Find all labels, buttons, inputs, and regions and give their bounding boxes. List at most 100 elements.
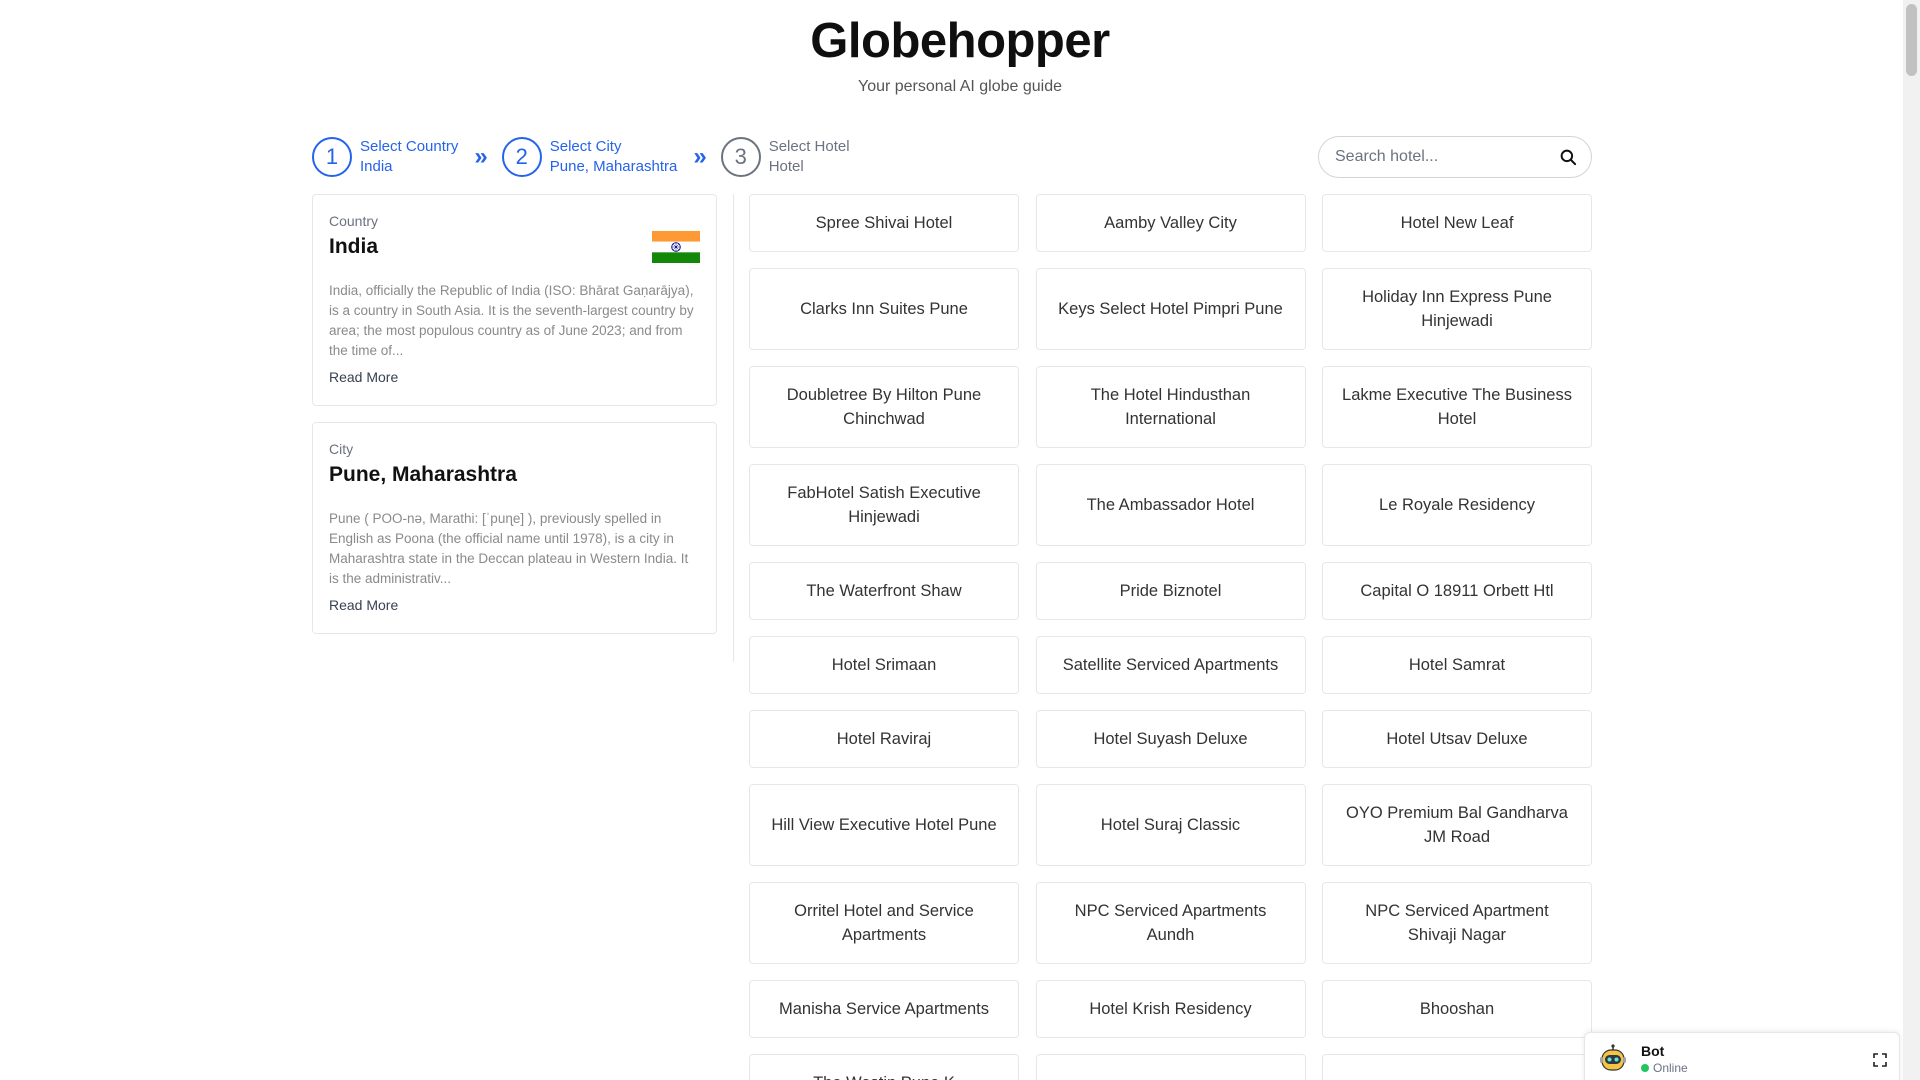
- scrollbar-thumb[interactable]: [1906, 4, 1917, 76]
- bot-avatar-icon: [1600, 1044, 1626, 1071]
- hotel-card[interactable]: Le Royale Residency: [1322, 464, 1592, 546]
- hotel-name: The Waterfront Shaw: [806, 582, 962, 600]
- hotel-card[interactable]: The Hotel Hindusthan International: [1035, 366, 1306, 448]
- hotel-search: [1318, 136, 1592, 178]
- hotel-name: NPC Serviced Apartment Shivaji Nagar: [1365, 902, 1549, 944]
- chevron-double-right-icon: »: [474, 143, 488, 170]
- online-status-dot: [1641, 1064, 1649, 1072]
- hotel-card[interactable]: Aamby Valley City: [1035, 194, 1306, 252]
- location-info: Country India India, officially the Repu…: [312, 194, 717, 634]
- step-value: Hotel: [768, 158, 804, 175]
- hotel-card[interactable]: Hotel Suraj Classic: [1035, 784, 1306, 866]
- hotel-card[interactable]: Hotel Raviraj: [749, 710, 1019, 768]
- hotel-name: Clarks Inn Suites Pune: [800, 300, 968, 318]
- expand-icon[interactable]: [1873, 1053, 1887, 1067]
- hotel-name: Aamby Valley City: [1104, 214, 1237, 232]
- hotel-card[interactable]: Lakme Executive The Business Hotel: [1322, 366, 1592, 448]
- hotel-card[interactable]: Hotel New Leaf: [1322, 194, 1592, 252]
- hotel-card[interactable]: The Waterfront Shaw: [749, 562, 1019, 620]
- city-read-more-link[interactable]: Read More: [329, 597, 700, 613]
- app-title: Globehopper: [810, 14, 1110, 68]
- city-label: City: [329, 441, 354, 457]
- hotel-name: The Hotel Hindusthan International: [1090, 386, 1251, 428]
- search-icon: [1560, 149, 1577, 166]
- country-description: India, officially the Republic of India …: [329, 283, 694, 358]
- city-card: City Pune, Maharashtra Pune ( POO-nə, Ma…: [312, 422, 717, 634]
- hotel-card[interactable]: Hotel Srimaan: [749, 636, 1019, 694]
- hotel-grid: Spree Shivai Hotel Aamby Valley City Hotel…: [749, 194, 1592, 1080]
- step-value: Pune, Maharashtra: [549, 158, 678, 175]
- hotel-card[interactable]: Hotel Suyash Deluxe: [1035, 710, 1306, 768]
- hotel-name: Pride Biznotel: [1119, 582, 1222, 600]
- country-label: Country: [329, 213, 379, 229]
- hotel-name: Holiday Inn Express Pune Hinjewadi: [1362, 288, 1552, 330]
- step-number: 3: [720, 137, 761, 177]
- step-title: Select Hotel: [768, 138, 850, 155]
- step-value: India: [360, 158, 393, 175]
- bot-status-text: Online: [1653, 1061, 1688, 1075]
- hotel-card[interactable]: Spree Shivai Hotel: [749, 194, 1019, 252]
- step-title: Select Country: [360, 138, 459, 155]
- hotel-name: Manisha Service Apartments: [778, 1000, 989, 1018]
- hotel-name: Lakme Executive The Business Hotel: [1342, 386, 1572, 428]
- hotel-name: Hill View Executive Hotel Pune: [771, 816, 997, 834]
- hotel-card[interactable]: Clarks Inn Suites Pune: [749, 268, 1019, 350]
- hotel-name: Bhooshan: [1419, 1000, 1495, 1018]
- hotel-name: The Westin Pune K: [813, 1071, 955, 1080]
- column-divider: [733, 194, 734, 662]
- step-select-hotel[interactable]: 3 Select Hotel Hotel: [720, 137, 850, 177]
- hotel-card[interactable]: The Ambassador Hotel: [1035, 464, 1306, 546]
- hotel-name: FabHotel Satish Executive Hinjewadi: [787, 484, 981, 526]
- step-select-country[interactable]: 1 Select Country India: [312, 137, 458, 177]
- hotel-card[interactable]: The Westin Pune K: [749, 1054, 1019, 1080]
- search-button[interactable]: [1553, 142, 1583, 172]
- search-input[interactable]: [1335, 148, 1553, 166]
- hotel-name: OYO Premium Bal Gandharva JM Road: [1346, 804, 1568, 846]
- hotel-card[interactable]: Pride Biznotel: [1035, 562, 1306, 620]
- chevron-double-right-icon: »: [693, 143, 707, 170]
- page: Globehopper Your personal AI globe guide…: [0, 0, 1920, 1080]
- hotel-card[interactable]: Bhooshan: [1322, 980, 1592, 1038]
- hotel-name: Satellite Serviced Apartments: [1062, 656, 1279, 674]
- hotel-card[interactable]: Orritel Hotel and Service Apartments: [749, 882, 1019, 964]
- hotel-card[interactable]: Hotel Utsav Deluxe: [1322, 710, 1592, 768]
- hotel-card[interactable]: [1035, 1054, 1306, 1080]
- hotel-card[interactable]: Manisha Service Apartments: [749, 980, 1019, 1038]
- hotel-name: Hotel Utsav Deluxe: [1386, 730, 1528, 748]
- hotel-card[interactable]: Hotel Krish Residency: [1035, 980, 1306, 1038]
- country-card: Country India India, officially the Repu…: [312, 194, 717, 406]
- hotel-name: Hotel Srimaan: [831, 656, 937, 674]
- hotel-card[interactable]: Holiday Inn Express Pune Hinjewadi: [1322, 268, 1592, 350]
- hotel-name: Spree Shivai Hotel: [815, 214, 953, 232]
- bot-name: Bot: [1641, 1043, 1665, 1059]
- app-subtitle: Your personal AI globe guide: [857, 78, 1062, 95]
- hotel-name: Hotel New Leaf: [1400, 214, 1514, 232]
- hotel-name: The Ambassador Hotel: [1086, 496, 1255, 514]
- hotel-name: Capital O 18911 Orbett Htl: [1360, 582, 1554, 600]
- hotel-card[interactable]: Keys Select Hotel Pimpri Pune: [1035, 268, 1306, 350]
- country-read-more-link[interactable]: Read More: [329, 369, 700, 385]
- hotel-name: Keys Select Hotel Pimpri Pune: [1058, 300, 1283, 318]
- hotel-card[interactable]: NPC Serviced Apartment Shivaji Nagar: [1322, 882, 1592, 964]
- hotel-name: Hotel Samrat: [1408, 656, 1506, 674]
- hotel-card[interactable]: Capital O 18911 Orbett Htl: [1322, 562, 1592, 620]
- hotel-card[interactable]: NPC Serviced Apartments Aundh: [1035, 882, 1306, 964]
- chat-bot-widget[interactable]: Bot Online: [1584, 1032, 1900, 1080]
- city-name: Pune, Maharashtra: [329, 463, 517, 486]
- step-title: Select City: [549, 138, 622, 155]
- step-number: 1: [312, 137, 352, 177]
- hotel-card[interactable]: Satellite Serviced Apartments: [1035, 636, 1306, 694]
- city-description: Pune ( POO-nə, Marathi: [ˈpuɳe] ), previ…: [329, 511, 689, 586]
- hotel-name: Hotel Suyash Deluxe: [1093, 730, 1248, 748]
- bot-status: Online: [1641, 1061, 1688, 1075]
- page-scrollbar[interactable]: [1903, 0, 1920, 1080]
- hotel-card[interactable]: Hotel Samrat: [1322, 636, 1592, 694]
- header: Globehopper Your personal AI globe guide: [0, 0, 1920, 96]
- hotel-card[interactable]: OYO Premium Bal Gandharva JM Road: [1322, 784, 1592, 866]
- hotel-card[interactable]: Hill View Executive Hotel Pune: [749, 784, 1019, 866]
- hotel-card[interactable]: FabHotel Satish Executive Hinjewadi: [749, 464, 1019, 546]
- hotel-card[interactable]: [1322, 1054, 1592, 1080]
- hotel-card[interactable]: Doubletree By Hilton Pune Chinchwad: [749, 366, 1019, 448]
- country-name: India: [329, 235, 379, 258]
- step-select-city[interactable]: 2 Select City Pune, Maharashtra: [501, 137, 678, 177]
